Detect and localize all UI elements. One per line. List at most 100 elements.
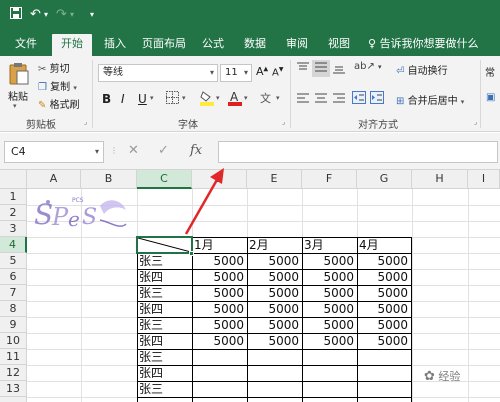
italic-button[interactable]: I <box>121 92 125 106</box>
value-cell[interactable]: 5000 <box>358 318 411 333</box>
row-header-13[interactable]: 13 <box>0 381 27 397</box>
paste-button[interactable]: 粘贴 <box>8 88 28 103</box>
column-header-i[interactable]: I <box>468 170 500 189</box>
month-header[interactable]: 4月 <box>359 238 379 253</box>
row-header-9[interactable]: 9 <box>0 317 27 333</box>
name-cell[interactable]: 张四 <box>139 302 163 317</box>
select-all-corner[interactable] <box>0 170 27 189</box>
undo-dropdown-icon[interactable]: ▾ <box>44 7 48 23</box>
column-header-d[interactable]: D <box>192 170 247 189</box>
insert-function-icon[interactable]: fx <box>190 143 202 158</box>
borders-dropdown-icon[interactable]: ▾ <box>182 94 186 102</box>
value-cell[interactable]: 5000 <box>193 254 247 269</box>
decrease-indent-button[interactable] <box>352 91 366 107</box>
name-cell[interactable]: 张四 <box>139 366 163 381</box>
format-painter-button[interactable]: ✎ 格式刷 <box>38 96 80 111</box>
value-cell[interactable]: 5000 <box>303 254 357 269</box>
save-icon[interactable] <box>10 7 22 24</box>
fill-color-button[interactable] <box>200 90 214 109</box>
phonetic-dropdown-icon[interactable]: ▾ <box>276 94 280 102</box>
underline-dropdown-icon[interactable]: ▾ <box>150 94 154 102</box>
enter-icon[interactable]: ✓ <box>158 143 169 158</box>
row-header-12[interactable]: 12 <box>0 365 27 381</box>
name-cell[interactable]: 张四 <box>139 334 163 349</box>
tab-review[interactable]: 审阅 <box>282 34 312 56</box>
clipboard-launcher-icon[interactable]: ⌟ <box>84 118 87 126</box>
value-cell[interactable]: 5000 <box>248 270 302 285</box>
row-header-4[interactable]: 4 <box>0 237 27 253</box>
copy-button[interactable]: ❐ 复制 ▾ <box>38 78 77 93</box>
name-cell[interactable]: 张三 <box>139 350 163 365</box>
accounting-format-icon[interactable]: ▣ <box>486 92 495 103</box>
underline-button[interactable]: U <box>138 92 147 106</box>
increase-indent-button[interactable] <box>370 91 384 107</box>
phonetic-button[interactable]: 文 <box>260 90 271 106</box>
row-header-11[interactable]: 11 <box>0 349 27 365</box>
align-top-button[interactable] <box>296 62 310 77</box>
value-cell[interactable]: 5000 <box>248 334 302 349</box>
tab-formulas[interactable]: 公式 <box>198 34 228 56</box>
row-header-3[interactable]: 3 <box>0 221 27 237</box>
paste-icon[interactable] <box>8 62 30 89</box>
align-center-button[interactable] <box>314 92 328 107</box>
tab-file[interactable]: 文件 <box>10 34 42 56</box>
value-cell[interactable]: 5000 <box>193 318 247 333</box>
value-cell[interactable]: 5000 <box>248 318 302 333</box>
month-header[interactable]: 2月 <box>249 238 269 253</box>
tab-home[interactable]: 开始 <box>52 34 92 56</box>
undo-icon[interactable]: ↶ <box>30 7 41 23</box>
value-cell[interactable]: 5000 <box>358 286 411 301</box>
number-format-combo[interactable]: 常 <box>485 64 495 79</box>
tab-insert[interactable]: 插入 <box>100 34 130 56</box>
value-cell[interactable]: 5000 <box>193 270 247 285</box>
cancel-icon[interactable]: ✕ <box>128 143 139 158</box>
more-options-icon[interactable]: ⋮ <box>110 146 118 155</box>
name-cell[interactable]: 张三 <box>139 318 163 333</box>
column-header-c[interactable]: C <box>137 170 192 189</box>
name-cell[interactable]: 张四 <box>139 270 163 285</box>
column-header-b[interactable]: B <box>81 170 137 189</box>
column-header-e[interactable]: E <box>247 170 302 189</box>
value-cell[interactable]: 5000 <box>248 302 302 317</box>
alignment-launcher-icon[interactable]: ⌟ <box>474 118 477 126</box>
column-header-g[interactable]: G <box>357 170 412 189</box>
formula-input[interactable] <box>218 141 498 163</box>
row-header-1[interactable]: 1 <box>0 189 27 205</box>
column-header-f[interactable]: F <box>302 170 357 189</box>
font-launcher-icon[interactable]: ⌟ <box>282 118 285 126</box>
worksheet-grid[interactable]: A B C D E F G H I 1 2 3 4 5 6 7 8 9 10 1… <box>0 169 500 402</box>
active-cell-c4[interactable] <box>136 236 193 254</box>
merge-center-button[interactable]: ⊞ 合并后居中 ▾ <box>396 92 464 107</box>
font-size-combo[interactable]: 11 ▾ <box>220 64 252 82</box>
row-header-8[interactable]: 8 <box>0 301 27 317</box>
cut-button[interactable]: ✂ 剪切 <box>38 60 70 75</box>
redo-icon[interactable]: ↷ <box>56 7 67 23</box>
fill-color-dropdown-icon[interactable]: ▾ <box>216 94 220 102</box>
column-header-a[interactable]: A <box>27 170 81 189</box>
tab-data[interactable]: 数据 <box>240 34 270 56</box>
value-cell[interactable]: 5000 <box>358 254 411 269</box>
month-header[interactable]: 3月 <box>304 238 324 253</box>
tell-me-box[interactable]: ♀ 告诉我你想要做什么 <box>368 34 479 54</box>
name-cell[interactable]: 张三 <box>139 382 163 397</box>
redo-dropdown-icon[interactable]: ▾ <box>70 7 74 23</box>
align-middle-button[interactable] <box>312 60 330 77</box>
value-cell[interactable]: 5000 <box>193 334 247 349</box>
value-cell[interactable]: 5000 <box>303 270 357 285</box>
name-box[interactable]: C4 ▾ <box>4 141 104 163</box>
row-header-14[interactable] <box>0 397 27 402</box>
value-cell[interactable]: 5000 <box>303 334 357 349</box>
grow-font-button[interactable]: A▲ <box>256 65 268 78</box>
row-header-5[interactable]: 5 <box>0 253 27 269</box>
wrap-text-button[interactable]: ⏎ 自动换行 <box>396 62 448 77</box>
value-cell[interactable]: 5000 <box>248 286 302 301</box>
name-cell[interactable]: 张三 <box>139 286 163 301</box>
value-cell[interactable]: 5000 <box>193 286 247 301</box>
font-name-combo[interactable]: 等线 ▾ <box>98 64 218 82</box>
font-color-button[interactable]: A <box>228 90 242 109</box>
value-cell[interactable]: 5000 <box>303 302 357 317</box>
row-header-7[interactable]: 7 <box>0 285 27 301</box>
value-cell[interactable]: 5000 <box>303 318 357 333</box>
value-cell[interactable]: 5000 <box>358 270 411 285</box>
paste-dropdown-icon[interactable]: ▾ <box>13 102 17 110</box>
